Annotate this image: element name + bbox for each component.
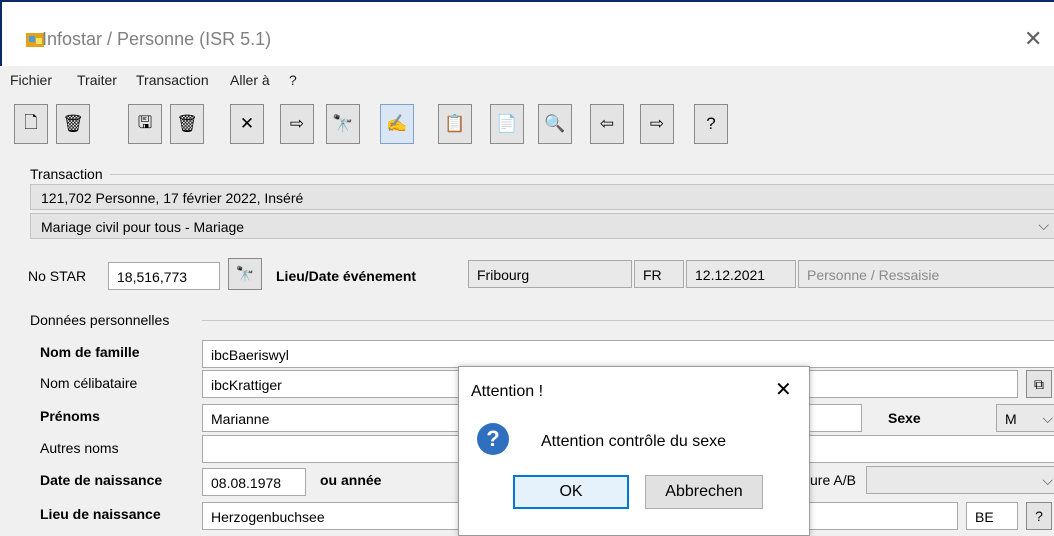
cancel-icon: ✕ [239,114,255,133]
birthplace-canton[interactable]: BE [966,502,1018,530]
arrow-right-icon: ⇨ [649,114,665,133]
trash-can-button[interactable]: 🗑 [56,104,90,144]
document-icon: 📄 [496,114,518,133]
cancel-button[interactable]: ✕ [230,104,264,144]
sex-select[interactable]: M ⌵ [996,404,1054,432]
event-canton: FR [634,260,684,288]
preview-button[interactable]: 🔍 [538,104,572,144]
trash-bin-icon: 🗑 [176,114,198,133]
birthdate-label: Date de naissance [40,472,163,488]
window-title: Infostar / Personne (ISR 5.1) [42,29,272,49]
arrow-left-button[interactable]: ⇦ [590,104,624,144]
chevron-down-icon: ⌵ [1042,472,1053,488]
binoculars-icon[interactable]: 🔭 [228,258,262,290]
year-label: ou année [320,472,382,488]
status-select: Personne / Ressaisie [798,260,1054,288]
close-icon[interactable]: ✕ [1024,26,1042,52]
clipboard-icon: 📋 [444,114,466,133]
event-date: 12.12.2021 [686,260,796,288]
question-icon: ? [477,423,509,455]
binoculars-button[interactable]: 🔭 [326,104,360,144]
save-button[interactable]: 🖫 [128,104,162,144]
nature-label: ure A/B [810,472,856,488]
event-label: Lieu/Date événement [276,268,417,284]
no-star-label: No STAR [28,268,87,284]
transaction-type-value: Mariage civil pour tous - Mariage [41,219,245,235]
help-icon: ? [706,114,716,133]
import-button[interactable]: ⇨ [280,104,314,144]
no-star-field[interactable]: 18,516,773 [108,262,220,290]
document-button[interactable]: 📄 [490,104,524,144]
sex-label: Sexe [888,410,921,426]
birthdate-field[interactable]: 08.08.1978 [202,468,306,496]
import-icon: ⇨ [289,114,305,133]
maiden-name-label: Nom célibataire [40,375,138,391]
transaction-info: 121,702 Personne, 17 février 2022, Insér… [30,184,1054,210]
preview-icon: 🔍 [544,114,566,133]
menu-traiter[interactable]: Traiter [77,72,117,88]
chevron-down-icon: ⌵ [1042,410,1053,426]
transaction-label: Transaction [30,166,103,182]
sign-pen-button[interactable]: ✍ [380,104,414,144]
help-button[interactable]: ? [1026,502,1052,530]
arrow-left-icon: ⇦ [599,114,615,133]
sex-value: M [1005,411,1017,427]
clipboard-button[interactable]: 📋 [438,104,472,144]
copy-icon[interactable]: ⧉ [1026,370,1052,398]
binoculars-icon: 🔭 [332,114,354,133]
status-value: Personne / Ressaisie [807,267,940,283]
nature-select[interactable]: ⌵ [866,466,1054,494]
family-name-label: Nom de famille [40,344,140,360]
new-doc-icon: 🗋 [24,112,38,132]
dialog-message: Attention contrôle du sexe [541,433,727,450]
other-names-label: Autres noms [40,440,119,456]
attention-dialog: Attention ! ✕ ? Attention contrôle du se… [458,366,810,536]
close-icon[interactable]: ✕ [775,377,792,402]
arrow-right-button[interactable]: ⇨ [640,104,674,144]
menu-transaction[interactable]: Transaction [136,72,209,88]
sign-pen-icon: ✍ [386,114,408,133]
new-doc-button[interactable]: 🗋 [14,104,48,144]
dialog-title: Attention ! [471,383,544,400]
firstnames-label: Prénoms [40,408,100,424]
trash-bin-button[interactable]: 🗑 [170,104,204,144]
transaction-type-select[interactable]: Mariage civil pour tous - Mariage ⌵ [30,213,1054,239]
trash-can-icon: 🗑 [62,114,84,133]
menu-aller-a[interactable]: Aller à [230,72,270,88]
event-place: Fribourg [468,260,632,288]
birthplace-label: Lieu de naissance [40,506,161,522]
personal-data-label: Données personnelles [30,312,170,328]
help-button[interactable]: ? [694,104,728,144]
divider [110,174,1054,175]
family-name-field[interactable]: ibcBaeriswyl [202,340,1054,368]
menu-fichier[interactable]: Fichier [10,72,52,88]
menu-help[interactable]: ? [289,72,297,88]
divider [202,320,1054,321]
ok-button[interactable]: OK [513,475,629,509]
chevron-down-icon: ⌵ [1038,217,1049,233]
save-icon: 🖫 [137,112,153,132]
cancel-button[interactable]: Abbrechen [645,475,763,509]
